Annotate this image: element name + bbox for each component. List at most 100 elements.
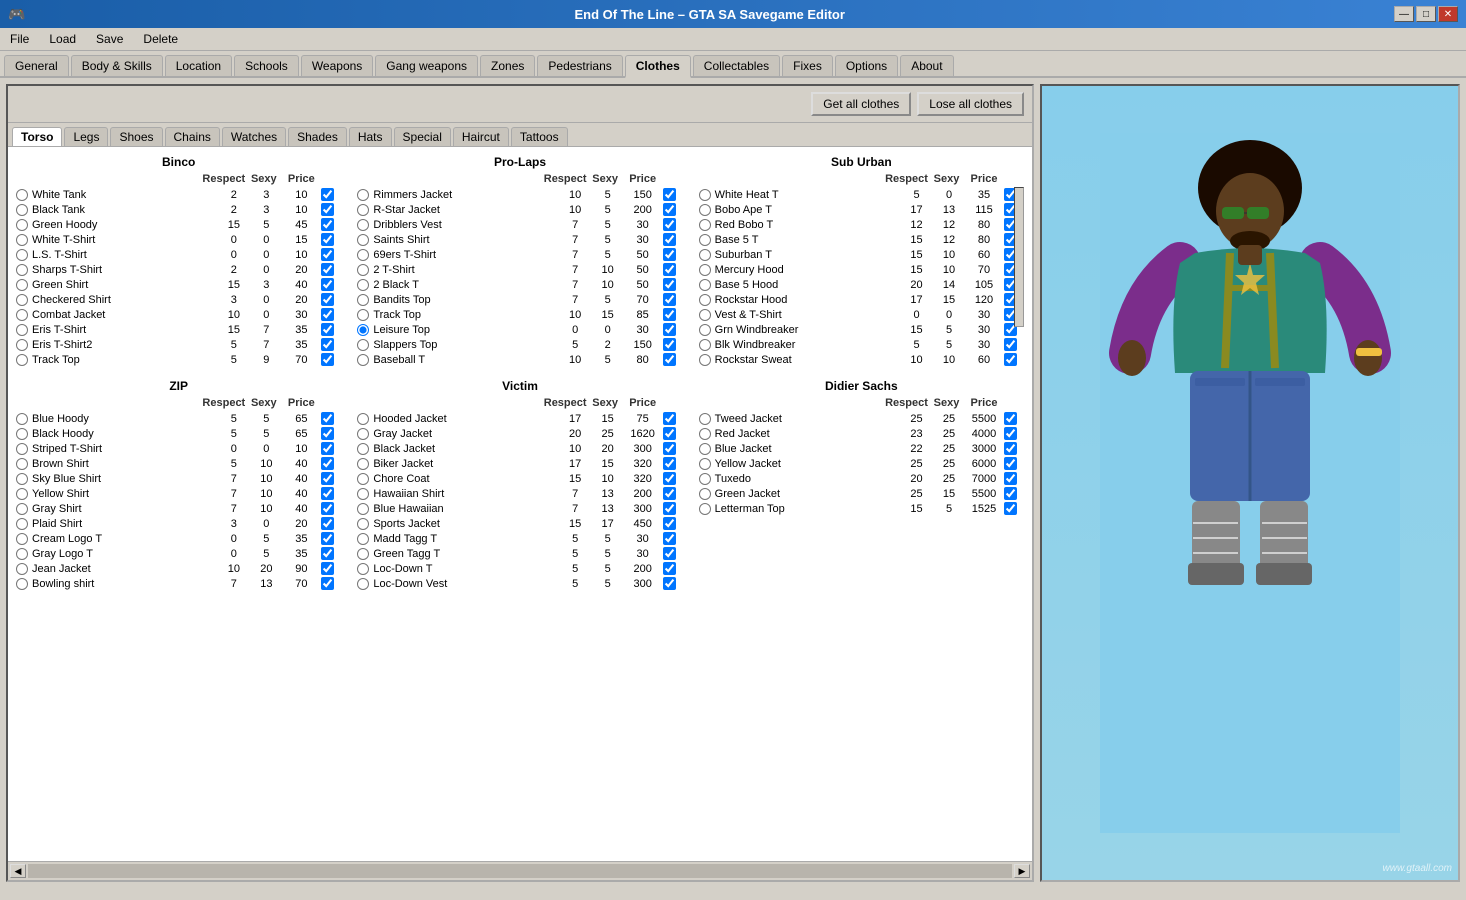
sub-tab-watches[interactable]: Watches	[222, 127, 286, 146]
suburban-vesttshirt-radio[interactable]	[699, 309, 711, 321]
suburban-mercury-radio[interactable]	[699, 264, 711, 276]
zip-blackhoody-radio[interactable]	[16, 428, 28, 440]
victim-chorecoat-check[interactable]	[663, 472, 676, 485]
binco-white-tshirt-check[interactable]	[321, 233, 334, 246]
suburban-blkwind-check[interactable]	[1004, 338, 1017, 351]
lose-all-clothes-button[interactable]: Lose all clothes	[917, 92, 1024, 116]
sub-tab-torso[interactable]: Torso	[12, 127, 62, 146]
binco-black-tank-check[interactable]	[321, 203, 334, 216]
zip-skyblueshirt-radio[interactable]	[16, 473, 28, 485]
ds-tuxedo-check[interactable]	[1004, 472, 1017, 485]
zip-stripedtshirt-radio[interactable]	[16, 443, 28, 455]
zip-brownshirt-check[interactable]	[321, 457, 334, 470]
victim-hooded-radio[interactable]	[357, 413, 369, 425]
prolaps-bandits-radio[interactable]	[357, 294, 369, 306]
prolaps-rimmers-check[interactable]	[663, 188, 676, 201]
suburban-whiteheat-radio[interactable]	[699, 189, 711, 201]
prolaps-baseball-check[interactable]	[663, 353, 676, 366]
scroll-left-button[interactable]: ◀	[10, 864, 26, 878]
binco-green-hoody-check[interactable]	[321, 218, 334, 231]
zip-graylogot-radio[interactable]	[16, 548, 28, 560]
binco-green-shirt-check[interactable]	[321, 278, 334, 291]
menu-save[interactable]: Save	[90, 30, 129, 48]
zip-bowlingshirt-radio[interactable]	[16, 578, 28, 590]
zip-plaidshirt-check[interactable]	[321, 517, 334, 530]
binco-eris-tshirt2-check[interactable]	[321, 338, 334, 351]
victim-hawaiian-check[interactable]	[663, 487, 676, 500]
prolaps-rstar-radio[interactable]	[357, 204, 369, 216]
zip-yellowshirt-radio[interactable]	[16, 488, 28, 500]
zip-bluehoody-radio[interactable]	[16, 413, 28, 425]
ds-yellowjacket-check[interactable]	[1004, 457, 1017, 470]
menu-load[interactable]: Load	[43, 30, 82, 48]
victim-maddtaggt-check[interactable]	[663, 532, 676, 545]
suburban-suburbanT-radio[interactable]	[699, 249, 711, 261]
victim-grayjacket-radio[interactable]	[357, 428, 369, 440]
prolaps-dribblers-radio[interactable]	[357, 219, 369, 231]
binco-green-shirt-radio[interactable]	[16, 279, 28, 291]
victim-bluehawaiian-radio[interactable]	[357, 503, 369, 515]
victim-bluehawaiian-check[interactable]	[663, 502, 676, 515]
victim-hooded-check[interactable]	[663, 412, 676, 425]
prolaps-track-top-radio[interactable]	[357, 309, 369, 321]
prolaps-baseball-radio[interactable]	[357, 354, 369, 366]
victim-bikerjacket-check[interactable]	[663, 457, 676, 470]
prolaps-rimmers-radio[interactable]	[357, 189, 369, 201]
victim-sportsjacket-check[interactable]	[663, 517, 676, 530]
suburban-scrollbar[interactable]	[1014, 187, 1024, 327]
binco-eris-tshirt-check[interactable]	[321, 323, 334, 336]
suburban-rockstarhood-radio[interactable]	[699, 294, 711, 306]
prolaps-slappers-check[interactable]	[663, 338, 676, 351]
zip-bluehoody-check[interactable]	[321, 412, 334, 425]
sub-tab-haircut[interactable]: Haircut	[453, 127, 509, 146]
suburban-boboape-radio[interactable]	[699, 204, 711, 216]
tab-pedestrians[interactable]: Pedestrians	[537, 55, 622, 76]
ds-tweedjacket-check[interactable]	[1004, 412, 1017, 425]
prolaps-leisure-check[interactable]	[663, 323, 676, 336]
tab-collectables[interactable]: Collectables	[693, 55, 780, 76]
close-button[interactable]: ✕	[1438, 6, 1458, 22]
victim-sportsjacket-radio[interactable]	[357, 518, 369, 530]
zip-creamlogot-check[interactable]	[321, 532, 334, 545]
zip-plaidshirt-radio[interactable]	[16, 518, 28, 530]
binco-eris-tshirt2-radio[interactable]	[16, 339, 28, 351]
tab-body-skills[interactable]: Body & Skills	[71, 55, 163, 76]
binco-white-tank-radio[interactable]	[16, 189, 28, 201]
ds-lettermantop-radio[interactable]	[699, 503, 711, 515]
zip-yellowshirt-check[interactable]	[321, 487, 334, 500]
binco-eris-tshirt-radio[interactable]	[16, 324, 28, 336]
zip-bowlingshirt-check[interactable]	[321, 577, 334, 590]
prolaps-saints-check[interactable]	[663, 233, 676, 246]
binco-ls-tshirt-radio[interactable]	[16, 249, 28, 261]
prolaps-2blackt-radio[interactable]	[357, 279, 369, 291]
prolaps-2tshirt-radio[interactable]	[357, 264, 369, 276]
ds-bluejacket-radio[interactable]	[699, 443, 711, 455]
victim-locdownvest-check[interactable]	[663, 577, 676, 590]
tab-gang-weapons[interactable]: Gang weapons	[375, 55, 478, 76]
prolaps-leisure-radio[interactable]	[357, 324, 369, 336]
ds-tweedjacket-radio[interactable]	[699, 413, 711, 425]
sub-tab-tattoos[interactable]: Tattoos	[511, 127, 568, 146]
tab-weapons[interactable]: Weapons	[301, 55, 373, 76]
binco-combat-jacket-radio[interactable]	[16, 309, 28, 321]
binco-track-top-check[interactable]	[321, 353, 334, 366]
scroll-right-button[interactable]: ▶	[1014, 864, 1030, 878]
maximize-button[interactable]: □	[1416, 6, 1436, 22]
victim-bikerjacket-radio[interactable]	[357, 458, 369, 470]
zip-graylogot-check[interactable]	[321, 547, 334, 560]
tab-options[interactable]: Options	[835, 55, 898, 76]
prolaps-69ers-radio[interactable]	[357, 249, 369, 261]
prolaps-track-top-check[interactable]	[663, 308, 676, 321]
zip-skyblueshirt-check[interactable]	[321, 472, 334, 485]
sub-tab-hats[interactable]: Hats	[349, 127, 392, 146]
menu-file[interactable]: File	[4, 30, 35, 48]
tab-location[interactable]: Location	[165, 55, 232, 76]
minimize-button[interactable]: —	[1394, 6, 1414, 22]
tab-schools[interactable]: Schools	[234, 55, 299, 76]
prolaps-2blackt-check[interactable]	[663, 278, 676, 291]
tab-clothes[interactable]: Clothes	[625, 55, 691, 78]
zip-grayshirt-check[interactable]	[321, 502, 334, 515]
menu-delete[interactable]: Delete	[137, 30, 184, 48]
tab-fixes[interactable]: Fixes	[782, 55, 833, 76]
victim-greentaggt-check[interactable]	[663, 547, 676, 560]
